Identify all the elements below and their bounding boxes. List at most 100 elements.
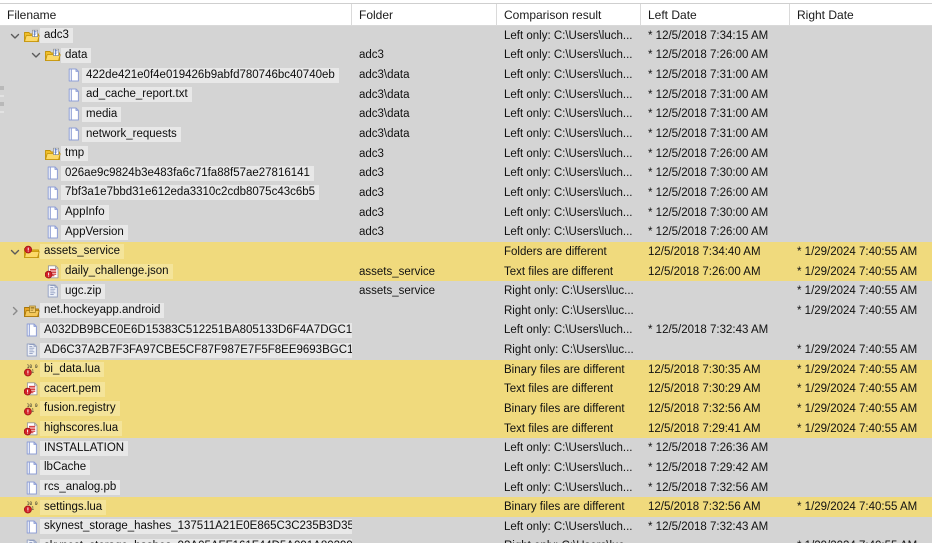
table-row[interactable]: daily_challenge.json assets_service Text f… [0,261,932,282]
cell-folder: adc3\data [359,69,410,82]
table-row[interactable]: skynest_storage_hashes_137511A21E0E865C3… [0,517,932,537]
cell-filename[interactable]: rcs_analog.pb [0,478,352,498]
comparison-file-list[interactable]: adc3 Left only: C:\Users\luch... * 12/5/20… [0,26,932,543]
cell-filename[interactable]: media [0,105,352,125]
chevron-down-icon[interactable] [7,26,23,46]
cell-filename[interactable]: A032DB9BCE0E6D15383C512251BA805133D6F4A7… [0,321,352,341]
table-row[interactable]: INSTALLATION Left only: C:\Users\luch... *… [0,438,932,459]
cell-folder: adc3 [359,226,384,239]
table-row[interactable]: AppVersion adc3 Left only: C:\Users\luch..… [0,222,932,243]
table-row[interactable]: 10 001fusion.registry Binary files are di… [0,399,932,419]
table-row[interactable]: A032DB9BCE0E6D15383C512251BA805133D6F4A7… [0,320,932,341]
table-row[interactable]: adc3 Left only: C:\Users\luch... * 12/5/20… [0,26,932,46]
file-text-different-icon [23,380,40,400]
cell-filename[interactable]: 422de421e0f4e019426b9abfd780746bc40740eb [0,65,352,85]
table-row[interactable]: assets_service Folders are different 12/5/… [0,242,932,262]
cell-filename[interactable]: 10 001settings.lua [0,497,352,517]
cell-filename[interactable]: cacert.pem [0,380,352,400]
cell-comparison-result: Text files are different [504,383,614,396]
cell-filename[interactable]: INSTALLATION [0,438,352,458]
file-left-only-icon [44,163,61,183]
cell-filename[interactable]: network_requests [0,124,352,144]
cell-filename[interactable]: tmp [0,144,352,164]
column-header-left_date[interactable]: Left Date [641,4,790,26]
table-row[interactable]: 10 001settings.lua Binary files are diffe… [0,497,932,518]
cell-filename[interactable]: assets_service [0,242,352,262]
cell-left-date: * 12/5/2018 7:31:00 AM [648,128,769,141]
filename-label: lbCache [40,460,91,476]
cell-left-date: * 12/5/2018 7:31:00 AM [648,108,769,121]
chevron-placeholder [28,203,44,223]
column-header-filename[interactable]: Filename [0,4,352,26]
filename-label: ugc.zip [61,283,106,299]
cell-filename[interactable]: AppVersion [0,222,352,242]
cell-filename[interactable]: daily_challenge.json [0,262,352,282]
cell-filename[interactable]: data [0,46,352,66]
table-row[interactable]: highscores.lua Text files are different 12… [0,418,932,439]
table-row[interactable]: media adc3\data Left only: C:\Users\luch..… [0,104,932,125]
cell-filename[interactable]: ugc.zip [0,281,352,301]
filename-label: network_requests [82,126,181,142]
table-row[interactable]: net.hockeyapp.android Right only: C:\User… [0,300,932,321]
cell-left-date: 12/5/2018 7:30:29 AM [648,383,761,396]
cell-right-date: * 1/29/2024 7:40:55 AM [797,245,918,258]
chevron-placeholder [49,65,65,85]
cell-folder [352,380,497,400]
cell-filename[interactable]: 10 001bi_data.lua [0,360,352,380]
cell-filename[interactable]: adc3 [0,26,352,46]
table-row[interactable]: 422de421e0f4e019426b9abfd780746bc40740eb… [0,65,932,85]
cell-right-date: * 1/29/2024 7:40:55 AM [797,383,918,396]
table-row[interactable]: 026ae9c9824b3e483fa6c71fa88f57ae27816141… [0,163,932,184]
cell-right-date [790,222,932,242]
cell-folder [352,478,497,498]
file-left-only-icon [65,85,82,105]
cell-filename[interactable]: AD6C37A2B7F3FA97CBE5CF87F987E7F5F8EE9693… [0,340,352,360]
cell-filename[interactable]: net.hockeyapp.android [0,301,352,321]
cell-comparison-result: Left only: C:\Users\luch... [504,186,633,199]
cell-filename[interactable]: highscores.lua [0,419,352,439]
table-row[interactable]: ugc.zip assets_service Right only: C:\User… [0,281,932,301]
table-row[interactable]: 7bf3a1e7bbd31e612eda3310c2cdb8075c43c6b5… [0,183,932,203]
cell-left-date [641,340,790,360]
column-header-right_date[interactable]: Right Date [790,4,932,26]
column-header-folder[interactable]: Folder [352,4,497,26]
table-row[interactable]: lbCache Left only: C:\Users\luch... * 12/5… [0,458,932,478]
cell-filename[interactable]: skynest_storage_hashes_137511A21E0E865C3… [0,517,352,537]
cell-filename[interactable]: skynest_storage_hashes_92A05AFF161F44D5A… [0,537,352,543]
table-row[interactable]: 10 001bi_data.lua Binary files are differ… [0,359,932,380]
table-row[interactable]: skynest_storage_hashes_92A05AFF161F44D5A… [0,536,932,543]
chevron-down-icon[interactable] [7,242,23,262]
table-row[interactable]: cacert.pem Text files are different 12/5/2… [0,379,932,400]
cell-comparison-result: Text files are different [504,265,614,278]
filename-label: assets_service [40,244,125,260]
cell-folder: adc3\data [359,88,410,101]
cell-left-date: * 12/5/2018 7:26:00 AM [648,147,769,160]
table-row[interactable]: data adc3 Left only: C:\Users\luch... * 12/… [0,45,932,66]
cell-left-date: * 12/5/2018 7:31:00 AM [648,69,769,82]
cell-filename[interactable]: AppInfo [0,203,352,223]
chevron-right-icon[interactable] [7,301,23,321]
file-left-only-icon [65,65,82,85]
cell-filename[interactable]: 10 001fusion.registry [0,399,352,419]
cell-filename[interactable]: ad_cache_report.txt [0,85,352,105]
cell-filename[interactable]: 026ae9c9824b3e483fa6c71fa88f57ae27816141 [0,163,352,183]
table-row[interactable]: AD6C37A2B7F3FA97CBE5CF87F987E7F5F8EE9693… [0,340,932,360]
folder-right-only-icon [23,301,40,321]
table-row[interactable]: ad_cache_report.txt adc3\data Left only: C… [0,84,932,105]
cell-comparison-result: Left only: C:\Users\luch... [504,88,633,101]
cell-left-date: 12/5/2018 7:32:56 AM [648,402,761,415]
table-row[interactable]: rcs_analog.pb Left only: C:\Users\luch...… [0,477,932,498]
cell-folder: adc3\data [359,128,410,141]
cell-folder [352,537,497,543]
table-row[interactable]: tmp adc3 Left only: C:\Users\luch... * 12/5… [0,143,932,164]
file-binary-different-icon: 10 001 [23,399,40,419]
cell-left-date: 12/5/2018 7:30:35 AM [648,363,761,376]
table-row[interactable]: network_requests adc3\data Left only: C:\U… [0,124,932,144]
cell-filename[interactable]: lbCache [0,458,352,478]
column-header-comparison[interactable]: Comparison result [497,4,641,26]
cell-folder [352,340,497,360]
cell-filename[interactable]: 7bf3a1e7bbd31e612eda3310c2cdb8075c43c6b5 [0,183,352,203]
chevron-placeholder [7,438,23,458]
table-row[interactable]: AppInfo adc3 Left only: C:\Users\luch... * … [0,202,932,223]
chevron-down-icon[interactable] [28,46,44,66]
